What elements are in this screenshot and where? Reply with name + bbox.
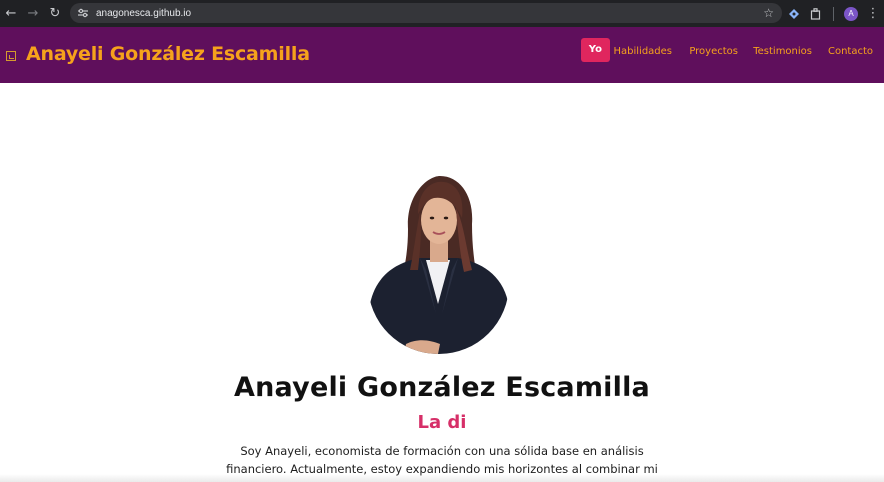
- hero-description: Soy Anayeli, economista de formación con…: [226, 444, 658, 476]
- site-header: Anayeli González Escamilla Yo Habilidade…: [0, 27, 884, 83]
- hero-typing-subtitle: La di: [417, 412, 467, 433]
- nav-testimonios[interactable]: Testimonios: [753, 46, 812, 57]
- nav-proyectos[interactable]: Proyectos: [689, 46, 738, 57]
- extensions-puzzle-icon[interactable]: [805, 3, 827, 25]
- site-brand[interactable]: Anayeli González Escamilla: [26, 43, 310, 65]
- broken-logo-image-icon: [6, 51, 16, 61]
- url-text[interactable]: anagonesca.github.io: [96, 8, 191, 19]
- nav-contacto[interactable]: Contacto: [828, 46, 873, 57]
- back-icon[interactable]: ←: [0, 3, 22, 25]
- extension-diamond-icon[interactable]: [783, 3, 805, 25]
- address-bar[interactable]: anagonesca.github.io ☆: [70, 3, 782, 23]
- bookmark-star-icon[interactable]: ☆: [763, 6, 774, 20]
- site-settings-icon[interactable]: [76, 6, 90, 20]
- profile-photo: [368, 174, 509, 354]
- bottom-shadow: [0, 474, 884, 482]
- browser-toolbar: ← → ↻ anagonesca.github.io ☆ A ⋮: [0, 0, 884, 27]
- profile-avatar[interactable]: A: [844, 6, 858, 21]
- nav-yo[interactable]: Yo: [580, 38, 610, 62]
- more-menu-icon[interactable]: ⋮: [862, 6, 884, 21]
- nav-habilidades[interactable]: Habilidades: [613, 46, 672, 57]
- forward-icon[interactable]: →: [22, 3, 44, 25]
- reload-icon[interactable]: ↻: [44, 3, 66, 25]
- hero-name-heading: Anayeli González Escamilla: [234, 372, 650, 403]
- toolbar-divider: [833, 6, 834, 21]
